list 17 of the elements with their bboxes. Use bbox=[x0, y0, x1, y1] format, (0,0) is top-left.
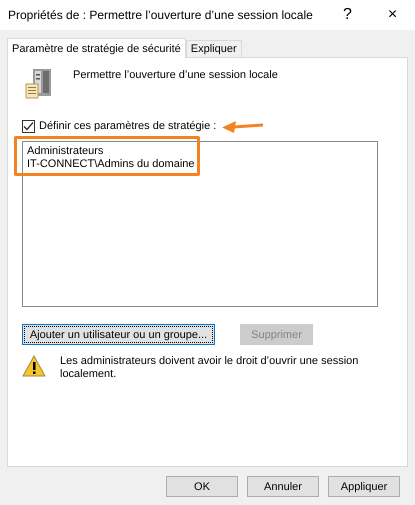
warning-text: Les administrateurs doivent avoir le droit d’ouvrir une session localement. bbox=[60, 355, 360, 381]
tab[interactable]: Paramètre de stratégie de sécurité bbox=[7, 38, 186, 58]
dialog-button[interactable]: OK bbox=[166, 476, 238, 497]
list-item[interactable]: Administrateurs bbox=[27, 145, 373, 158]
policy-name: Permettre l’ouverture d’une session locale bbox=[73, 69, 278, 83]
window-title: Propriétés de : Permettre l’ouverture d’une session locale bbox=[8, 8, 314, 22]
dialog-button[interactable]: Appliquer bbox=[328, 476, 400, 497]
checkbox[interactable] bbox=[22, 120, 35, 132]
dialog-button[interactable]: Annuler bbox=[247, 476, 319, 497]
tab[interactable]: Expliquer bbox=[186, 40, 242, 57]
close-button[interactable]: × bbox=[370, 6, 415, 24]
add-button[interactable]: Ajouter un utilisateur ou un groupe... bbox=[22, 324, 215, 345]
checkbox-label[interactable]: Définir ces paramètres de stratégie : bbox=[39, 120, 216, 132]
list-item[interactable]: IT-CONNECT\Admins du domaine bbox=[27, 158, 373, 171]
warning-icon bbox=[22, 355, 46, 377]
help-button[interactable]: ? bbox=[325, 6, 370, 24]
members-list[interactable]: Administrateurs IT-CONNECT\Admins du domaine bbox=[22, 141, 378, 307]
